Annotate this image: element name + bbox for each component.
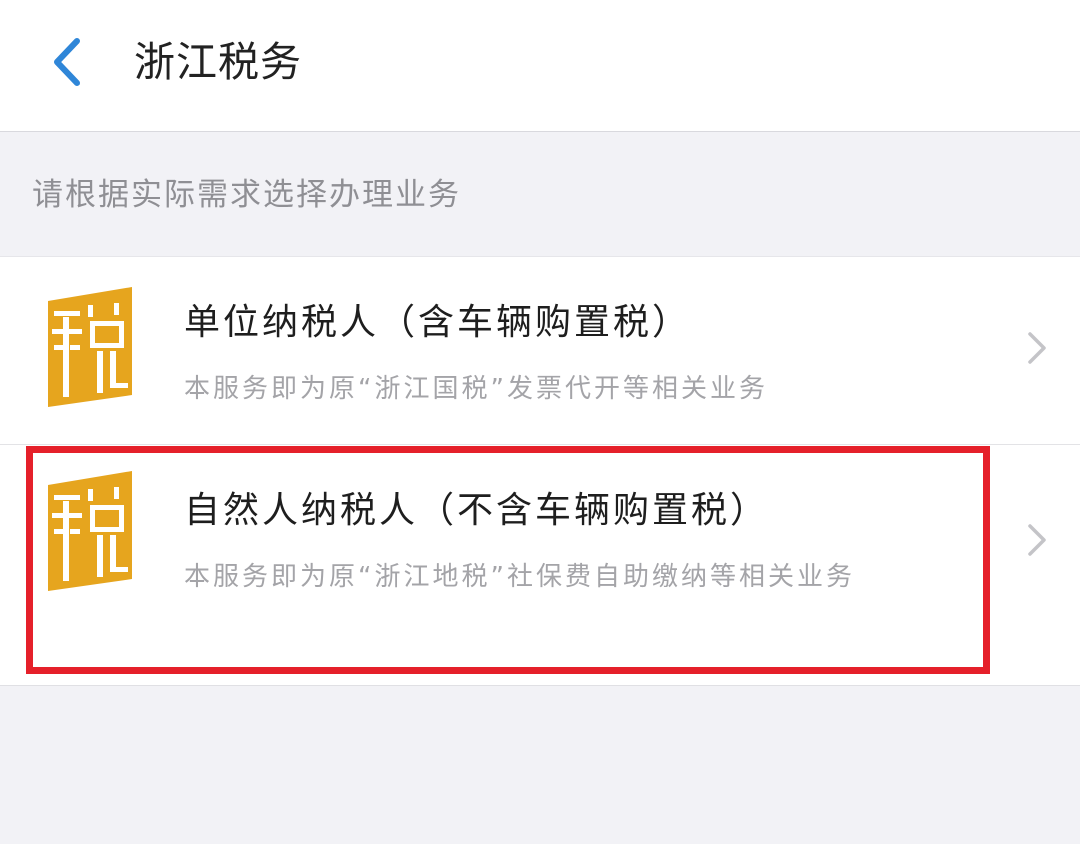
tax-character-icon — [48, 471, 132, 591]
tax-character-icon — [48, 287, 132, 407]
section-header: 请根据实际需求选择办理业务 — [32, 177, 461, 213]
navigation-bar: 浙江税务 — [0, 0, 1080, 132]
item-description: 本服务即为原“浙江地税”社保费自助缴纳等相关业务 — [184, 562, 855, 592]
list-item-individual-taxpayer[interactable]: 自然人纳税人（不含车辆购置税） 本服务即为原“浙江地税”社保费自助缴纳等相关业务 — [0, 447, 1080, 685]
list-item-corporate-taxpayer[interactable]: 单位纳税人（含车辆购置税） 本服务即为原“浙江国税”发票代开等相关业务 — [0, 257, 1080, 445]
item-description: 本服务即为原“浙江国税”发票代开等相关业务 — [184, 374, 768, 404]
page-title: 浙江税务 — [134, 38, 302, 86]
chevron-left-icon — [54, 38, 80, 86]
service-list: 单位纳税人（含车辆购置税） 本服务即为原“浙江国税”发票代开等相关业务 自然人纳… — [0, 256, 1080, 686]
chevron-right-icon — [1028, 332, 1046, 364]
item-title: 自然人纳税人（不含车辆购置税） — [184, 490, 770, 531]
back-button[interactable] — [36, 30, 96, 94]
item-title: 单位纳税人（含车辆购置税） — [184, 302, 692, 343]
chevron-right-icon — [1028, 524, 1046, 556]
